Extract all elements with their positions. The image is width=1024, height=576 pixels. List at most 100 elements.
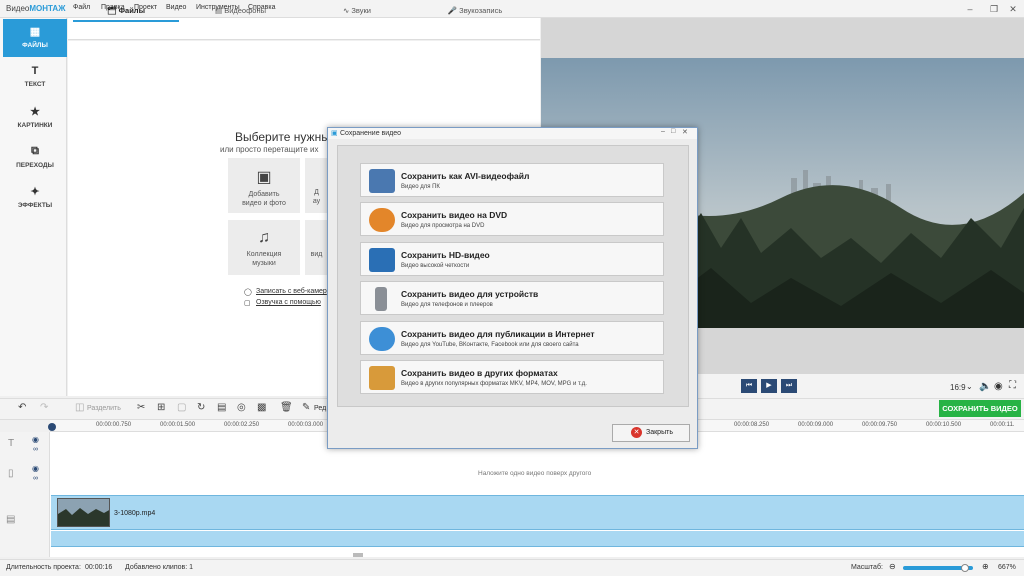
audio-icon (305, 167, 328, 185)
music-collection-tile[interactable]: ♫ Коллекция музыки (228, 220, 300, 275)
zoom-slider-handle[interactable] (961, 564, 969, 572)
ruler-tick: 00:00:09.000 (798, 422, 834, 428)
magic-wand-icon: ✦ (30, 186, 40, 198)
save-hd-option[interactable]: Сохранить HD-видео Видео высокой четкост… (360, 242, 664, 276)
option-title: Сохранить видео на DVD (401, 210, 508, 220)
play-button[interactable]: ▶ (761, 379, 777, 393)
video-tile[interactable]: вид (305, 220, 328, 275)
option-title: Сохранить видео для публикации в Интерне… (401, 329, 595, 339)
option-description: Видео в других популярных форматах MKV, … (401, 381, 587, 387)
eye-icon[interactable]: ◉ (32, 464, 39, 473)
ruler-tick: 00:00:11. (990, 422, 1015, 428)
ruler-tick: 00:00:09.750 (862, 422, 898, 428)
zoom-out-icon[interactable]: ⊖ (889, 562, 896, 571)
playhead[interactable] (48, 423, 56, 431)
split-button-label[interactable]: Разделить (87, 405, 121, 412)
tab-recording[interactable]: 🎤 Звукозапись (416, 0, 534, 22)
formats-icon (369, 366, 395, 390)
horizontal-scrollbar[interactable] (353, 553, 363, 557)
phone-icon (375, 287, 387, 311)
minimize-icon[interactable]: – (963, 3, 977, 15)
option-description: Видео для YouTube, ВКонтакте, Facebook и… (401, 342, 579, 348)
previous-frame-button[interactable]: ⏮ (741, 379, 757, 393)
ruler-tick: 00:00:03.000 (288, 422, 324, 428)
avi-file-icon (369, 169, 395, 193)
tab-sounds[interactable]: ∿ Звуки (302, 0, 412, 22)
tab-backgrounds[interactable]: ▤ Видеофоны (183, 0, 298, 22)
chevron-down-icon[interactable]: ⌄ (966, 382, 973, 391)
crop-icon[interactable]: ⊞ (157, 402, 165, 413)
ruler-tick: 00:00:00.750 (96, 422, 132, 428)
dvd-disc-icon (369, 208, 395, 232)
overlay-track-icon: ▯ (8, 468, 14, 479)
zoom-value: 667% (998, 564, 1016, 571)
sidebar-item-label: ЭФФЕКТЫ (17, 202, 53, 209)
tile-label: Д (314, 189, 319, 196)
ruler-tick: 00:00:01.500 (160, 422, 196, 428)
add-media-tile[interactable]: ▣ Добавить видео и фото (228, 158, 300, 213)
sidebar-item-text[interactable]: T ТЕКСТ (3, 59, 67, 97)
tile-label: музыки (252, 260, 276, 267)
video-icon (305, 229, 328, 247)
save-devices-option[interactable]: Сохранить видео для устройств Видео для … (360, 281, 664, 315)
split-icon[interactable]: ◫ (75, 402, 84, 413)
close-dialog-button[interactable]: Закрыть (612, 424, 690, 442)
dialog-minimize-icon[interactable]: – (661, 128, 665, 135)
rotate-icon[interactable]: ↻ (197, 402, 205, 413)
camera-icon[interactable]: ◉ (994, 381, 1003, 392)
dialog-close-icon[interactable]: ✕ (682, 128, 688, 136)
undo-icon[interactable]: ↶ (18, 402, 26, 413)
tile-label: Добавить (248, 191, 280, 198)
eye-icon[interactable]: ◉ (32, 435, 39, 444)
redo-icon[interactable]: ↷ (40, 402, 48, 413)
webcam-icon: ◯ (244, 289, 252, 296)
cut-icon[interactable]: ✂ (137, 402, 145, 413)
option-description: Видео для телефонов и плееров (401, 302, 493, 308)
clip-thumbnail[interactable] (57, 498, 110, 527)
sidebar-item-files[interactable]: ▦ ФАЙЛЫ (3, 19, 67, 57)
video-track-icon: ▤ (6, 514, 16, 525)
tab-label: Видеофоны (224, 6, 266, 15)
ruler-tick: 00:00:02.250 (224, 422, 260, 428)
choose-title: Выберите нужны (235, 130, 330, 144)
duration-label: Длительность проекта: (6, 564, 81, 571)
video-track[interactable] (51, 495, 1024, 530)
aspect-ratio-select[interactable]: 16:9 (950, 383, 966, 392)
maximize-icon[interactable]: ❐ (987, 3, 1001, 15)
audio-track[interactable] (51, 531, 1024, 547)
stabilize-icon[interactable]: ▤ (217, 402, 226, 413)
save-video-button[interactable]: СОХРАНИТЬ ВИДЕО (939, 400, 1021, 417)
frame-icon[interactable]: ▢ (177, 402, 186, 413)
music-notes-icon: ♫ (258, 229, 270, 246)
voiceover-link[interactable]: Озвучка с помощью (256, 299, 321, 306)
close-window-icon[interactable]: ✕ (1006, 3, 1020, 15)
save-other-formats-option[interactable]: Сохранить видео в других форматах Видео … (360, 360, 664, 394)
tab-label: Звуки (351, 6, 371, 15)
delete-icon[interactable]: 🗑 (280, 402, 293, 413)
sound-wave-icon: ∿ (343, 6, 350, 15)
save-avi-option[interactable]: Сохранить как AVI-видеофайл Видео для ПК (360, 163, 664, 197)
link-icon[interactable]: ∞ (33, 446, 38, 453)
tab-files[interactable]: 🗂 Файлы (73, 0, 179, 22)
webcam-link[interactable]: Записать с веб-камер (256, 288, 327, 295)
save-frame-icon[interactable]: ▩ (257, 402, 266, 413)
sidebar-item-pictures[interactable]: ★ КАРТИНКИ (3, 99, 67, 137)
sidebar-item-transitions[interactable]: ⧉ ПЕРЕХОДЫ (3, 139, 67, 177)
save-internet-option[interactable]: Сохранить видео для публикации в Интерне… (360, 321, 664, 355)
save-dvd-option[interactable]: Сохранить видео на DVD Видео для просмот… (360, 202, 664, 236)
zoom-in-icon[interactable]: ⊕ (982, 562, 989, 571)
dialog-maximize-icon[interactable]: □ (671, 128, 675, 135)
logo-prefix: Видео (6, 4, 30, 13)
enhance-icon[interactable]: ◎ (237, 402, 246, 413)
volume-icon[interactable]: 🔈 (979, 381, 991, 392)
edit-button-label[interactable]: Ред (314, 405, 326, 412)
link-icon[interactable]: ∞ (33, 475, 38, 482)
logo-brand: МОНТАЖ (29, 4, 66, 13)
next-frame-button[interactable]: ⏭ (781, 379, 797, 393)
fullscreen-icon[interactable]: ⛶ (1009, 380, 1016, 391)
sidebar-item-effects[interactable]: ✦ ЭФФЕКТЫ (3, 179, 67, 217)
add-audio-tile[interactable]: Дау (305, 158, 328, 213)
dialog-title: Сохранение видео (340, 130, 402, 137)
edit-icon[interactable]: ✎ (302, 402, 310, 413)
star-icon: ★ (30, 106, 40, 118)
